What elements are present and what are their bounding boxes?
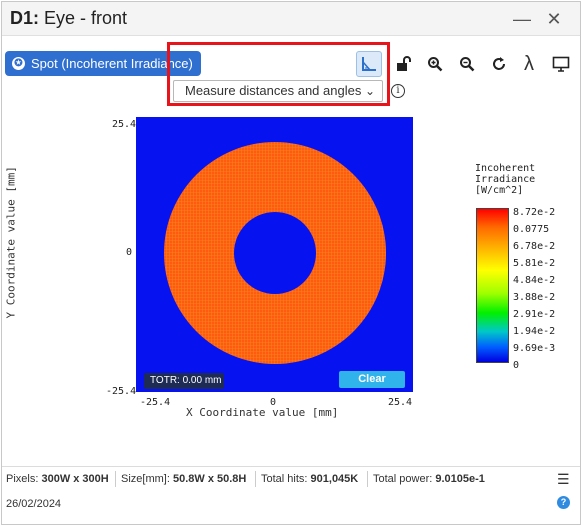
- legend-tick: 9.69e-3: [513, 343, 556, 354]
- zoom-out-icon[interactable]: [454, 51, 480, 77]
- close-button[interactable]: ✕: [541, 6, 567, 32]
- legend-tick: 8.72e-2: [513, 207, 556, 218]
- legend-tick: 1.94e-2: [513, 326, 556, 337]
- y-axis-label: Y Coordinate value [mm]: [4, 166, 18, 319]
- menu-icon[interactable]: ☰: [557, 467, 570, 491]
- lambda-icon[interactable]: λ: [516, 51, 542, 77]
- legend-tick: 3.88e-2: [513, 292, 556, 303]
- window-title: D1: Eye - front: [10, 8, 128, 28]
- legend-tick: 2.91e-2: [513, 309, 556, 320]
- analysis-window: D1: Eye - front — ✕ ✪ Spot (Incoherent I…: [1, 1, 581, 525]
- legend-tick: 4.84e-2: [513, 275, 556, 286]
- measure-dropdown[interactable]: Measure distances and angles ⌄: [173, 80, 383, 102]
- legend-tick: 6.78e-2: [513, 241, 556, 252]
- x-axis-label: X Coordinate value [mm]: [186, 406, 339, 419]
- unlock-icon[interactable]: [390, 51, 416, 77]
- info-icon[interactable]: i: [391, 84, 405, 98]
- help-icon[interactable]: ?: [557, 496, 570, 509]
- status-bar: Pixels: 300W x 300H Size[mm]: 50.8W x 50…: [2, 466, 580, 490]
- divider: [255, 471, 256, 487]
- divider: [115, 471, 116, 487]
- totr-readout: TOTR: 0.00 mm: [144, 373, 224, 389]
- status-pixels: Pixels: 300W x 300H: [6, 473, 109, 485]
- y-tick-top: 25.4: [112, 119, 137, 130]
- legend-tick: 0: [513, 360, 520, 371]
- status-power: Total power: 9.0105e-1: [373, 473, 485, 485]
- monitor-icon[interactable]: [548, 51, 574, 77]
- status-hits: Total hits: 901,045K: [261, 473, 359, 485]
- clear-button[interactable]: Clear: [339, 371, 405, 388]
- status-size: Size[mm]: 50.8W x 50.8H: [121, 473, 247, 485]
- minimize-button[interactable]: —: [509, 6, 535, 32]
- y-tick-bottom: -25.4: [106, 386, 137, 397]
- y-tick-mid: 0: [126, 247, 133, 258]
- legend-tick: 0.0775: [513, 224, 550, 235]
- divider: [367, 471, 368, 487]
- irradiance-map: [136, 117, 413, 392]
- status-date: 26/02/2024: [6, 498, 62, 510]
- zoom-in-icon[interactable]: [422, 51, 448, 77]
- x-tick-left: -25.4: [140, 397, 171, 408]
- irradiance-ring: [136, 117, 413, 392]
- irradiance-plot[interactable]: TOTR: 0.00 mm Clear: [136, 117, 413, 392]
- chevron-down-icon: ⌄: [364, 84, 375, 98]
- legend-title: Incoherent Irradiance [W/cm^2]: [475, 163, 536, 196]
- measure-dropdown-value: Measure distances and angles: [185, 83, 362, 98]
- spot-icon: ✪: [12, 57, 25, 70]
- legend-tick: 5.81e-2: [513, 258, 556, 269]
- title-bar: D1: Eye - front — ✕: [2, 2, 580, 36]
- colorbar: [476, 208, 509, 363]
- redo-icon[interactable]: [486, 51, 512, 77]
- x-tick-right: 25.4: [388, 397, 413, 408]
